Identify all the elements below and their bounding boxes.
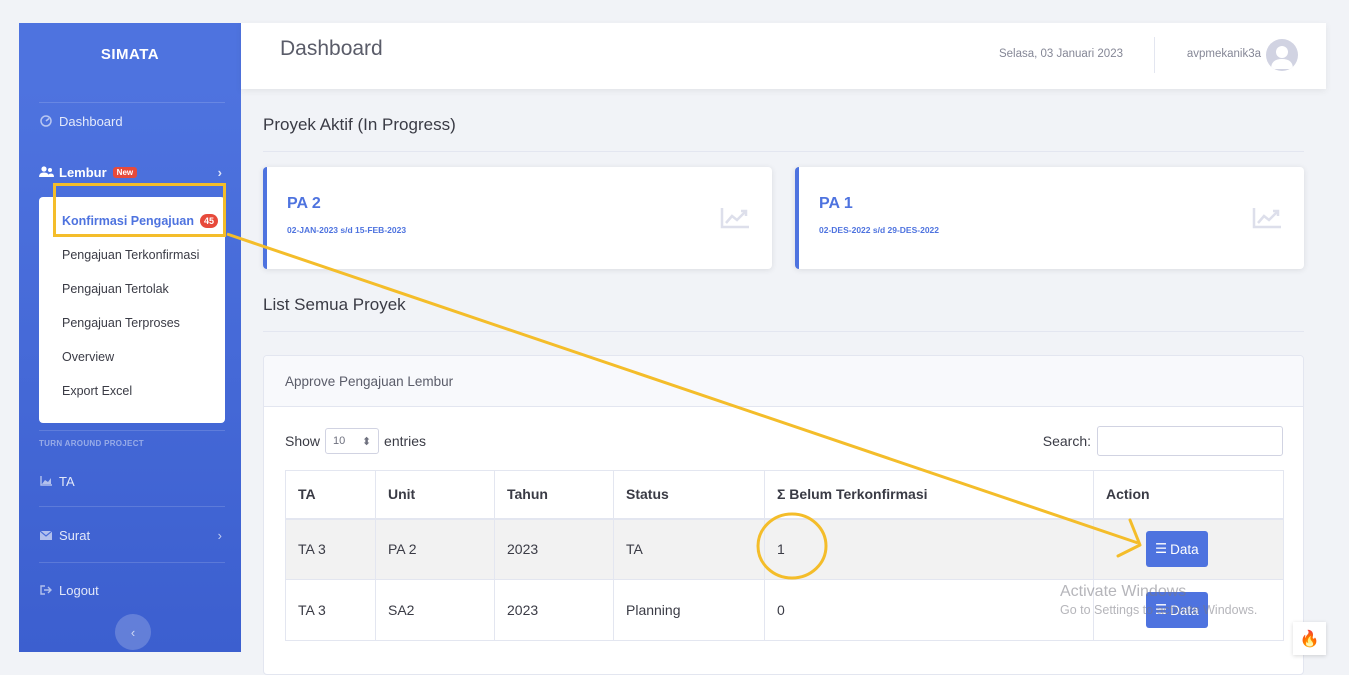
table-row: TA 3 PA 2 2023 TA 1 ☰ Data [285, 518, 1284, 580]
sidebar-heading: TURN AROUND PROJECT [39, 439, 144, 448]
list-icon: ☰ [1155, 541, 1168, 557]
column-header[interactable]: TA [285, 470, 376, 520]
current-date: Selasa, 03 Januari 2023 [998, 48, 1123, 60]
topbar: Dashboard Selasa, 03 Januari 2023 avpmek… [241, 23, 1326, 89]
nav-ta[interactable]: TA [19, 466, 241, 496]
entries-label: entries [384, 433, 427, 449]
submenu-overview[interactable]: Overview [39, 340, 225, 374]
search-label: Search: [1042, 433, 1091, 449]
chart-line-icon [720, 208, 749, 229]
data-button[interactable]: ☰ Data [1146, 531, 1208, 568]
sidebar-divider [39, 430, 225, 431]
cell-tahun: 2023 [494, 518, 614, 580]
column-header[interactable]: Action [1093, 470, 1284, 520]
sort-arrows-icon: ⬍ [361, 435, 372, 448]
floating-action-button[interactable]: 🔥 [1293, 622, 1326, 655]
activate-windows-watermark: Activate Windows Go to Settings to activ… [1060, 583, 1257, 617]
panel-title: Approve Pengajuan Lembur [264, 356, 1303, 407]
nav-dashboard-label: Dashboard [59, 113, 123, 129]
cell-unconfirmed-count: 1 [764, 518, 1094, 580]
submenu-pengajuan-terkonfirmasi[interactable]: Pengajuan Terkonfirmasi [39, 238, 225, 272]
entries-value: 10 [333, 435, 346, 447]
submenu-label: Overview [62, 350, 115, 364]
new-badge: New [112, 166, 138, 178]
sidebar-toggle-button[interactable]: ‹ [115, 614, 151, 650]
highlight-box [53, 183, 226, 237]
chevron-right-icon: › [217, 527, 222, 543]
sidebar-divider [39, 102, 225, 103]
section-divider [263, 331, 1304, 332]
submenu-pengajuan-terproses[interactable]: Pengajuan Terproses [39, 306, 225, 340]
chart-line-icon [1252, 208, 1281, 229]
nav-logout[interactable]: Logout [19, 575, 241, 605]
column-header[interactable]: Unit [375, 470, 495, 520]
section-divider [263, 151, 1304, 152]
project-card[interactable]: PA 1 02-DES-2022 s/d 29-DES-2022 [795, 167, 1304, 269]
chevron-right-icon: › [217, 164, 222, 180]
nav-surat[interactable]: Surat › [19, 520, 241, 550]
tachometer-icon [38, 115, 54, 127]
project-name: PA 1 [819, 195, 853, 212]
column-header[interactable]: Status [613, 470, 765, 520]
sign-out-icon [38, 585, 54, 595]
nav-dashboard[interactable]: Dashboard [19, 106, 241, 136]
cell-status: Planning [613, 579, 765, 641]
project-date-range: 02-DES-2022 s/d 29-DES-2022 [819, 225, 940, 235]
cell-tahun: 2023 [494, 579, 614, 641]
active-projects-title: Proyek Aktif (In Progress) [263, 115, 456, 134]
submenu-label: Export Excel [62, 384, 133, 398]
users-icon [38, 166, 54, 178]
brand-logo[interactable]: SIMATA [19, 23, 241, 85]
area-chart-icon [38, 476, 54, 486]
cell-unit: SA2 [375, 579, 495, 641]
watermark-subtitle: Go to Settings to activate Windows. [1060, 603, 1258, 617]
cell-action: ☰ Data [1093, 518, 1284, 580]
user-icon [1271, 46, 1293, 69]
table-header-row: TA Unit Tahun Status Σ Belum Terkonfirma… [285, 470, 1284, 520]
entries-select[interactable]: 10 ⬍ [325, 428, 380, 454]
data-button-label: Data [1170, 541, 1199, 557]
submenu-export-excel[interactable]: Export Excel [39, 374, 225, 408]
search-input[interactable] [1097, 426, 1283, 456]
cell-unconfirmed-count: 0 [764, 579, 1094, 641]
sidebar-divider [39, 506, 225, 507]
flame-icon: 🔥 [1299, 630, 1320, 648]
sidebar-divider [39, 562, 225, 563]
page-title: Dashboard [280, 37, 383, 60]
submenu-label: Pengajuan Terproses [62, 316, 180, 330]
all-projects-title: List Semua Proyek [263, 295, 406, 314]
nav-surat-label: Surat [59, 527, 91, 543]
watermark-title: Activate Windows [1060, 583, 1187, 600]
search-control: Search: [1043, 426, 1283, 456]
cell-ta: TA 3 [285, 518, 376, 580]
project-date-range: 02-JAN-2023 s/d 15-FEB-2023 [287, 225, 407, 235]
column-header[interactable]: Tahun [494, 470, 614, 520]
cell-ta: TA 3 [285, 579, 376, 641]
cell-unit: PA 2 [375, 518, 495, 580]
approval-panel: Approve Pengajuan Lembur Show 10 ⬍ entri… [263, 355, 1304, 675]
submenu-label: Pengajuan Tertolak [62, 282, 169, 296]
submenu-label: Pengajuan Terkonfirmasi [62, 248, 200, 262]
column-header[interactable]: Σ Belum Terkonfirmasi [764, 470, 1094, 520]
project-name: PA 2 [287, 195, 321, 212]
topbar-divider [1154, 37, 1155, 73]
entries-control: Show 10 ⬍ entries [285, 428, 426, 454]
sidebar: SIMATA Dashboard Lembur New › Konfirmasi… [19, 23, 241, 652]
cell-status: TA [613, 518, 765, 580]
avatar[interactable] [1266, 39, 1298, 71]
project-card[interactable]: PA 2 02-JAN-2023 s/d 15-FEB-2023 [263, 167, 772, 269]
envelope-icon [38, 530, 54, 540]
user-name[interactable]: avpmekanik3a [1187, 48, 1261, 60]
chevron-left-icon: ‹ [130, 624, 136, 640]
nav-ta-label: TA [59, 473, 75, 489]
nav-lembur-label: Lembur [59, 164, 107, 180]
show-label: Show [285, 433, 321, 449]
nav-logout-label: Logout [59, 582, 99, 598]
submenu-pengajuan-tertolak[interactable]: Pengajuan Tertolak [39, 272, 225, 306]
